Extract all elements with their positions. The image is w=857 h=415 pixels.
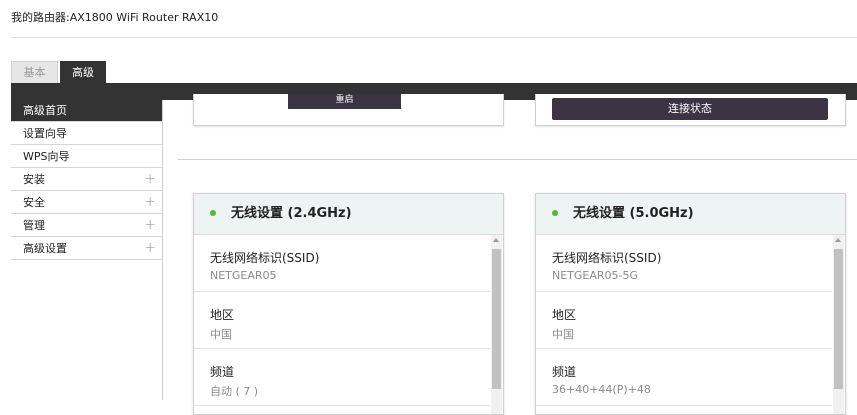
wireless-24ghz-panel: 无线设置 (2.4GHz) 无线网络标识(SSID) NETGEAR05 地区 … (193, 193, 504, 415)
channel-field: 频道 36+40+44(P)+48 (536, 349, 832, 406)
main-tabs: 基本 高级 (11, 61, 106, 83)
region-field: 地区 中国 (194, 292, 490, 349)
panel-scrollbar[interactable] (491, 235, 502, 414)
field-value: NETGEAR05-5G (552, 269, 639, 282)
sidebar-item-label: 高级首页 (23, 104, 67, 117)
field-label: 无线网络标识(SSID) (210, 251, 320, 265)
sidebar-item-label: 安全 (23, 196, 45, 209)
field-label: 地区 (552, 308, 577, 322)
sidebar-item-label: 高级设置 (23, 242, 67, 255)
top-panel-right: 连接状态 (535, 94, 846, 126)
status-dot-icon (552, 209, 558, 216)
sidebar-item-label: 管理 (23, 219, 45, 232)
status-dot-icon (210, 209, 216, 216)
field-label: 地区 (210, 308, 235, 322)
sidebar-item-label: WPS向导 (23, 150, 70, 163)
field-value: 自动 ( 7 ) (210, 385, 259, 398)
scrollbar-thumb[interactable] (834, 249, 843, 389)
sidebar-item-advanced-home[interactable]: 高级首页 (11, 100, 162, 122)
ssid-field: 无线网络标识(SSID) NETGEAR05-5G (536, 235, 832, 292)
sidebar-item-label: 设置向导 (23, 127, 67, 140)
region-field: 地区 中国 (536, 292, 832, 349)
channel-field: 频道 自动 ( 7 ) (194, 349, 490, 406)
scrollbar-thumb[interactable] (492, 249, 501, 389)
scroll-up-icon[interactable] (493, 238, 499, 242)
sidebar-item-label: 安装 (23, 173, 45, 186)
sidebar-item-wps-wizard[interactable]: WPS向导 (11, 145, 162, 168)
wireless-5ghz-header[interactable]: 无线设置 (5.0GHz) (536, 194, 845, 235)
field-value: 36+40+44(P)+48 (552, 383, 651, 396)
field-label: 频道 (210, 365, 235, 379)
reboot-button[interactable]: 重启 (288, 94, 401, 109)
wireless-5ghz-panel: 无线设置 (5.0GHz) 无线网络标识(SSID) NETGEAR05-5G … (535, 193, 846, 415)
page-title: 我的路由器:AX1800 WiFi Router RAX10 (11, 11, 219, 24)
expand-plus-icon[interactable]: + (144, 168, 156, 191)
panel-title: 无线设置 (5.0GHz) (573, 206, 694, 221)
expand-plus-icon[interactable]: + (144, 237, 156, 260)
field-label: 无线网络标识(SSID) (552, 251, 662, 265)
sidebar-item-setup-wizard[interactable]: 设置向导 (11, 122, 162, 145)
field-value: 中国 (210, 328, 232, 341)
scroll-up-icon[interactable] (835, 238, 841, 242)
tab-advanced[interactable]: 高级 (60, 61, 106, 83)
ssid-field: 无线网络标识(SSID) NETGEAR05 (194, 235, 490, 292)
connection-status-button[interactable]: 连接状态 (552, 98, 828, 120)
expand-plus-icon[interactable]: + (144, 191, 156, 214)
field-value: NETGEAR05 (210, 269, 277, 282)
sidebar-item-management[interactable]: 管理 + (11, 214, 162, 237)
tab-basic[interactable]: 基本 (11, 61, 58, 83)
sidebar: 高级首页 设置向导 WPS向导 安装 + 安全 + 管理 + 高级设置 + (11, 100, 163, 400)
sidebar-item-advanced-settings[interactable]: 高级设置 + (11, 237, 162, 260)
top-panel-left: 重启 (193, 94, 504, 126)
field-value: 中国 (552, 328, 574, 341)
field-label: 频道 (552, 365, 577, 379)
wireless-24ghz-header[interactable]: 无线设置 (2.4GHz) (194, 194, 503, 235)
header-divider (11, 37, 857, 38)
sidebar-item-security[interactable]: 安全 + (11, 191, 162, 214)
section-divider (178, 159, 857, 160)
panel-scrollbar[interactable] (833, 235, 844, 414)
panel-title: 无线设置 (2.4GHz) (231, 206, 352, 221)
sidebar-item-setup[interactable]: 安装 + (11, 168, 162, 191)
expand-plus-icon[interactable]: + (144, 214, 156, 237)
